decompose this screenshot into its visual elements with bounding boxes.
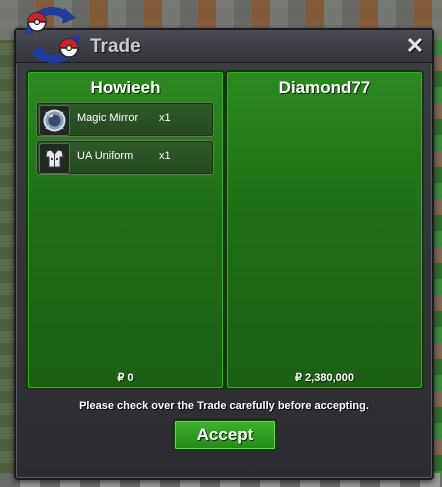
trade-window: Trade ✕ Howieeh Magic Mirror x1 UA Unifo… [14, 28, 434, 480]
item-name: Magic Mirror [77, 112, 139, 124]
partner-player-name: Diamond77 [278, 78, 371, 97]
accept-button[interactable]: Accept [173, 419, 277, 451]
window-title: Trade [90, 36, 141, 57]
ua-uniform-icon [39, 143, 70, 174]
trade-logo-icon [20, 4, 86, 64]
trade-panels: Howieeh Magic Mirror x1 UA Uniform x1 ₽ … [26, 70, 424, 390]
magic-mirror-icon [39, 105, 70, 136]
my-money-offer: ₽ 0 [117, 372, 134, 384]
partner-money-offer: ₽ 2,380,000 [295, 372, 354, 384]
partner-offer-panel: Diamond77 ₽ 2,380,000 [225, 70, 424, 390]
my-player-name: Howieeh [90, 78, 161, 97]
item-quantity: x1 [159, 112, 171, 124]
trade-item-row[interactable]: Magic Mirror x1 [36, 102, 214, 137]
my-offer-panel: Howieeh Magic Mirror x1 UA Uniform x1 ₽ … [26, 70, 225, 390]
trade-item-row[interactable]: UA Uniform x1 [36, 140, 214, 175]
close-button[interactable]: ✕ [404, 35, 426, 57]
trade-warning-text: Please check over the Trade carefully be… [79, 400, 369, 412]
item-name: UA Uniform [77, 150, 134, 162]
item-quantity: x1 [159, 150, 171, 162]
